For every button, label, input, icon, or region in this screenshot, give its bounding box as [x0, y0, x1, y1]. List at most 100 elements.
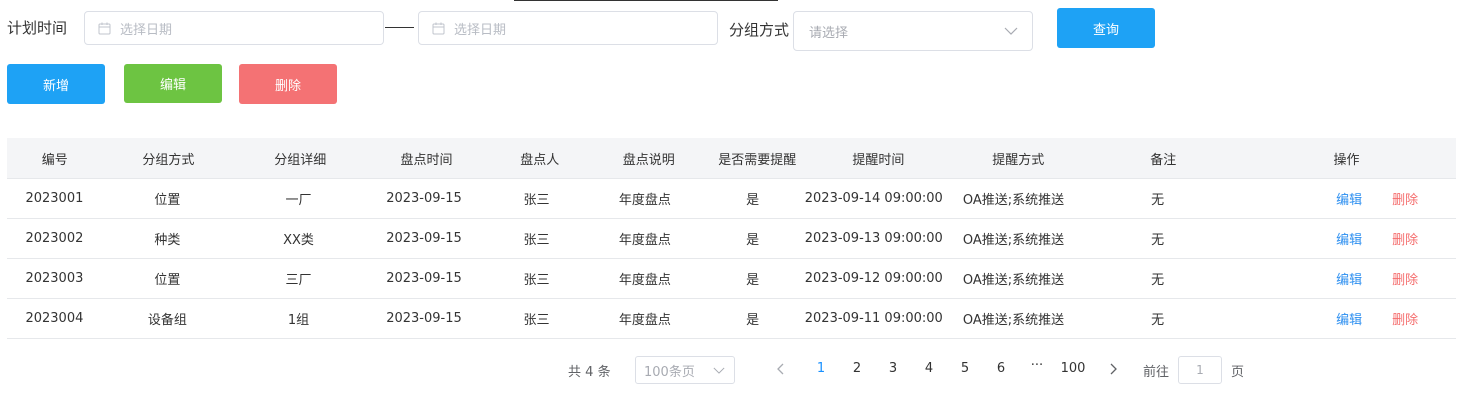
header-operations: 操作: [1333, 152, 1360, 168]
next-page-icon[interactable]: [1109, 363, 1117, 375]
header-note: 备注: [1150, 152, 1177, 168]
cell-need-remind: 是: [746, 313, 760, 328]
query-button[interactable]: 查询: [1057, 8, 1155, 48]
header-group-method: 分组方式: [142, 152, 195, 168]
cell-group-method: 位置: [154, 273, 181, 288]
table-row: 2023001 位置 一厂 2023-09-15 张三 年度盘点 是 2023-…: [7, 179, 1456, 219]
row-delete-link[interactable]: 删除: [1392, 229, 1418, 248]
cell-id: 2023004: [25, 311, 84, 326]
row-edit-link[interactable]: 编辑: [1336, 189, 1392, 208]
cell-remind-time: 2023-09-13 09:00:00: [804, 231, 943, 246]
cell-id: 2023002: [25, 231, 84, 246]
page-2-button[interactable]: 2: [847, 361, 867, 376]
cell-need-remind: 是: [746, 193, 760, 208]
table-row: 2023002 种类 XX类 2023-09-15 张三 年度盘点 是 2023…: [7, 219, 1456, 259]
date-range-separator: [385, 27, 414, 28]
page-5-button[interactable]: 5: [955, 361, 975, 376]
cell-checker: 张三: [523, 273, 550, 288]
table-header: 编号 分组方式 分组详细 盘点时间 盘点人 盘点说明 是否需要提醒 提醒时间 提…: [7, 138, 1456, 179]
total-suffix: 条: [597, 365, 611, 380]
cell-need-remind: 是: [746, 273, 760, 288]
cell-checker: 张三: [523, 233, 550, 248]
cell-operations: 编辑 删除: [1231, 219, 1456, 258]
chevron-down-icon: [1004, 27, 1018, 35]
row-delete-link[interactable]: 删除: [1392, 189, 1418, 208]
cell-group-detail: 三厂: [285, 273, 312, 288]
cell-operations: 编辑 删除: [1231, 299, 1456, 338]
page-100-button[interactable]: 100: [1058, 361, 1088, 376]
total-prefix: 共: [568, 365, 582, 380]
cell-remind-time: 2023-09-12 09:00:00: [804, 271, 943, 286]
header-remind-time: 提醒时间: [852, 152, 905, 168]
cell-id: 2023003: [25, 271, 84, 286]
cell-group-method: 设备组: [147, 313, 187, 328]
cell-checker: 张三: [523, 313, 550, 328]
table-row: 2023004 设备组 1组 2023-09-15 张三 年度盘点 是 2023…: [7, 299, 1456, 339]
row-edit-link[interactable]: 编辑: [1336, 229, 1392, 248]
calendar-icon: [432, 22, 445, 34]
add-button[interactable]: 新增: [7, 64, 105, 104]
total-count: 4: [585, 365, 594, 380]
page-size-select[interactable]: 100条页: [635, 356, 735, 384]
header-group-detail: 分组详细: [274, 152, 327, 168]
table-row: 2023003 位置 三厂 2023-09-15 张三 年度盘点 是 2023-…: [7, 259, 1456, 299]
start-date-placeholder: 选择日期: [120, 22, 173, 38]
inventory-table: 编号 分组方式 分组详细 盘点时间 盘点人 盘点说明 是否需要提醒 提醒时间 提…: [7, 138, 1456, 339]
edit-button[interactable]: 编辑: [124, 64, 222, 103]
header-description: 盘点说明: [622, 152, 675, 168]
cell-check-time: 2023-09-15: [386, 191, 462, 206]
group-method-label: 分组方式: [729, 21, 790, 39]
more-pages-button[interactable]: ···: [1027, 358, 1047, 373]
cell-remind-time: 2023-09-14 09:00:00: [804, 191, 943, 206]
cell-group-method: 种类: [154, 233, 181, 248]
cell-operations: 编辑 删除: [1231, 179, 1456, 218]
group-method-select[interactable]: 请选择: [793, 11, 1033, 51]
prev-page-icon[interactable]: [777, 363, 785, 375]
cell-remind-way: OA推送;系统推送: [962, 273, 1065, 288]
chevron-down-icon: [713, 367, 725, 374]
cell-remind-time: 2023-09-11 09:00:00: [804, 311, 943, 326]
cell-remind-way: OA推送;系统推送: [962, 313, 1065, 328]
cell-note: 无: [1151, 233, 1165, 248]
end-date-input[interactable]: 选择日期: [418, 11, 718, 45]
header-id: 编号: [41, 152, 68, 168]
cell-description: 年度盘点: [618, 233, 671, 248]
start-date-input[interactable]: 选择日期: [84, 11, 384, 45]
row-edit-link[interactable]: 编辑: [1336, 269, 1392, 288]
header-checker: 盘点人: [520, 152, 560, 168]
cell-group-detail: XX类: [283, 233, 314, 248]
goto-page-input[interactable]: 1: [1178, 356, 1222, 384]
page-6-button[interactable]: 6: [991, 361, 1011, 376]
row-delete-link[interactable]: 删除: [1392, 269, 1418, 288]
row-delete-link[interactable]: 删除: [1392, 309, 1418, 328]
cell-need-remind: 是: [746, 233, 760, 248]
header-need-remind: 是否需要提醒: [718, 152, 797, 168]
cell-operations: 编辑 删除: [1231, 259, 1456, 298]
end-date-placeholder: 选择日期: [454, 22, 507, 38]
cell-description: 年度盘点: [618, 313, 671, 328]
page-4-button[interactable]: 4: [919, 361, 939, 376]
cell-remind-way: OA推送;系统推送: [962, 193, 1065, 208]
cell-note: 无: [1151, 273, 1165, 288]
group-method-placeholder: 请选择: [809, 25, 849, 41]
row-edit-link[interactable]: 编辑: [1336, 309, 1392, 328]
cell-group-detail: 1组: [287, 313, 310, 328]
plan-time-label: 计划时间: [7, 19, 68, 37]
cell-note: 无: [1151, 193, 1165, 208]
cell-id: 2023001: [25, 191, 84, 206]
delete-button[interactable]: 删除: [239, 64, 337, 104]
header-check-time: 盘点时间: [400, 152, 453, 168]
pagination-total: 共 4 条: [568, 361, 611, 389]
cell-note: 无: [1151, 313, 1165, 328]
cell-group-detail: 一厂: [285, 193, 312, 208]
cell-check-time: 2023-09-15: [386, 311, 462, 326]
calendar-icon: [98, 22, 111, 34]
page-1-button[interactable]: 1: [811, 361, 831, 376]
page-size-value: 100条页: [644, 364, 695, 380]
cell-description: 年度盘点: [618, 193, 671, 208]
cell-description: 年度盘点: [618, 273, 671, 288]
page-3-button[interactable]: 3: [883, 361, 903, 376]
goto-suffix: 页: [1231, 365, 1245, 380]
goto-prefix: 前往: [1143, 365, 1170, 380]
cell-remind-way: OA推送;系统推送: [962, 233, 1065, 248]
